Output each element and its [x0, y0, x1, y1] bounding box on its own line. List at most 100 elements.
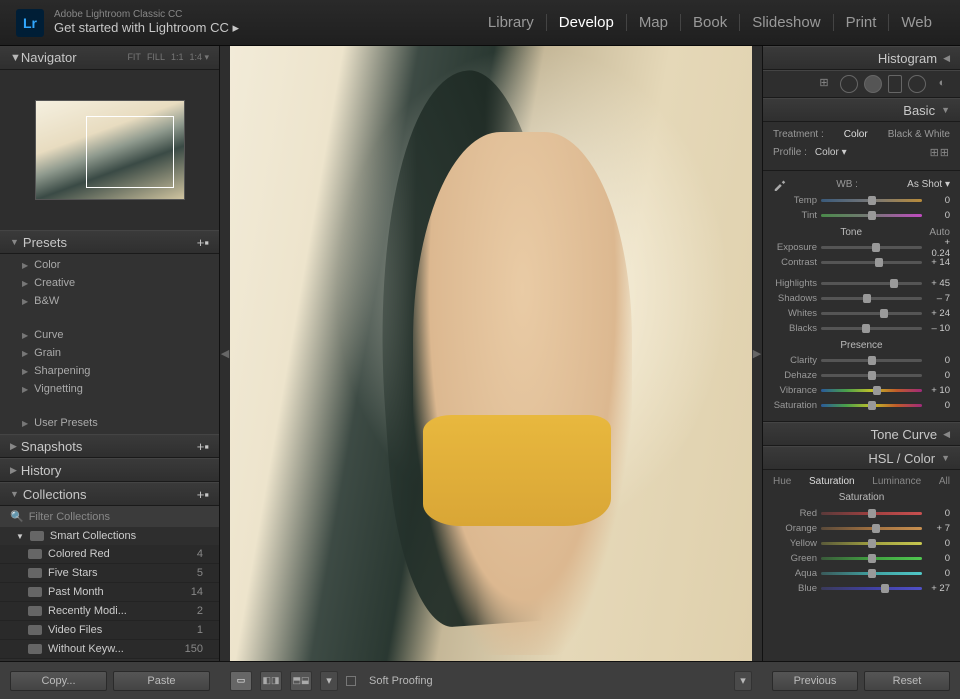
slider-thumb[interactable] [872, 243, 880, 252]
slider-thumb[interactable] [868, 371, 876, 380]
zoom-11[interactable]: 1:1 [171, 52, 184, 63]
spot-tool-icon[interactable] [840, 75, 858, 93]
brush-tool-icon[interactable]: ◐ [932, 75, 952, 93]
hsl-tab-hue[interactable]: Hue [773, 476, 791, 487]
wb-dropdown[interactable]: As Shot ▾ [907, 179, 950, 190]
preset-group[interactable]: ▶Sharpening [0, 362, 219, 380]
collection-item[interactable]: Colored Red4 [0, 545, 219, 564]
slider-saturation[interactable]: Saturation0 [773, 398, 950, 413]
add-icon[interactable]: +▪ [197, 439, 209, 454]
slider-track[interactable] [821, 389, 922, 392]
redeye-tool-icon[interactable] [864, 75, 882, 93]
slider-thumb[interactable] [890, 279, 898, 288]
slider-thumb[interactable] [868, 196, 876, 205]
collection-item[interactable]: Recently Modi...2 [0, 602, 219, 621]
slider-track[interactable] [821, 312, 922, 315]
slider-thumb[interactable] [868, 539, 876, 548]
before-after-tb-button[interactable]: ⬒⬓ [290, 671, 312, 691]
slider-track[interactable] [821, 282, 922, 285]
slider-value[interactable]: 0 [922, 370, 950, 381]
slider-exposure[interactable]: Exposure+ 0.24 [773, 240, 950, 255]
slider-green[interactable]: Green0 [773, 551, 950, 566]
slider-value[interactable]: 0 [922, 568, 950, 579]
slider-value[interactable]: 0 [922, 210, 950, 221]
profile-dropdown[interactable]: Color ▾ [815, 147, 847, 158]
preset-group[interactable]: ▶Grain [0, 344, 219, 362]
preset-group[interactable]: ▶Vignetting [0, 380, 219, 398]
slider-highlights[interactable]: Highlights+ 45 [773, 276, 950, 291]
slider-value[interactable]: 0 [922, 553, 950, 564]
preset-group[interactable]: ▶User Presets [0, 414, 219, 432]
collection-item[interactable]: Without Keyw...150 [0, 640, 219, 659]
navigator-preview[interactable] [0, 70, 219, 230]
slider-thumb[interactable] [875, 258, 883, 267]
slider-track[interactable] [821, 587, 922, 590]
history-header[interactable]: ▶ History [0, 458, 219, 482]
slider-thumb[interactable] [873, 386, 881, 395]
slider-thumb[interactable] [868, 356, 876, 365]
module-tab-slideshow[interactable]: Slideshow [740, 14, 833, 31]
smart-collections-group[interactable]: ▼ Smart Collections [0, 527, 219, 545]
slider-aqua[interactable]: Aqua0 [773, 566, 950, 581]
slider-track[interactable] [821, 359, 922, 362]
slider-thumb[interactable] [862, 324, 870, 333]
slider-whites[interactable]: Whites+ 24 [773, 306, 950, 321]
collection-item[interactable]: Video Files1 [0, 621, 219, 640]
slider-track[interactable] [821, 261, 922, 264]
slider-track[interactable] [821, 404, 922, 407]
module-tab-print[interactable]: Print [834, 14, 890, 31]
thumbnail[interactable] [35, 100, 185, 200]
slider-yellow[interactable]: Yellow0 [773, 536, 950, 551]
slider-thumb[interactable] [868, 569, 876, 578]
eyedropper-icon[interactable] [773, 177, 787, 191]
slider-blue[interactable]: Blue+ 27 [773, 581, 950, 596]
treatment-color-button[interactable]: Color [844, 129, 868, 140]
histogram-header[interactable]: Histogram ◀ [763, 46, 960, 70]
profile-browser-icon[interactable]: ⊞⊞ [930, 146, 950, 159]
slider-thumb[interactable] [868, 211, 876, 220]
slider-thumb[interactable] [868, 401, 876, 410]
module-tab-library[interactable]: Library [476, 14, 547, 31]
soft-proof-checkbox[interactable] [346, 676, 356, 686]
slider-value[interactable]: – 7 [922, 293, 950, 304]
slider-track[interactable] [821, 374, 922, 377]
slider-track[interactable] [821, 327, 922, 330]
module-tab-web[interactable]: Web [889, 14, 944, 31]
zoom-fit[interactable]: FIT [127, 52, 141, 63]
left-panel-handle[interactable]: ◀ [220, 46, 230, 661]
slider-track[interactable] [821, 246, 922, 249]
slider-track[interactable] [821, 297, 922, 300]
right-panel-handle[interactable]: ▶ [752, 46, 762, 661]
preset-group[interactable]: ▶Curve [0, 326, 219, 344]
slider-track[interactable] [821, 199, 922, 202]
slider-track[interactable] [821, 512, 922, 515]
slider-contrast[interactable]: Contrast+ 14 [773, 255, 950, 270]
navigator-header[interactable]: ▼ Navigator FITFILL1:11:4 ▾ [0, 46, 219, 70]
slider-shadows[interactable]: Shadows– 7 [773, 291, 950, 306]
slider-value[interactable]: + 45 [922, 278, 950, 289]
slider-dehaze[interactable]: Dehaze0 [773, 368, 950, 383]
paste-button[interactable]: Paste [113, 671, 210, 691]
view-dropdown[interactable]: ▾ [320, 671, 338, 691]
slider-vibrance[interactable]: Vibrance+ 10 [773, 383, 950, 398]
slider-thumb[interactable] [881, 584, 889, 593]
slider-value[interactable]: 0 [922, 538, 950, 549]
snapshots-header[interactable]: ▶ Snapshots +▪ [0, 434, 219, 458]
slider-value[interactable]: 0 [922, 508, 950, 519]
slider-temp[interactable]: Temp0 [773, 193, 950, 208]
collections-header[interactable]: ▼ Collections +▪ [0, 482, 219, 506]
slider-value[interactable]: + 14 [922, 257, 950, 268]
toolbar-options-dropdown[interactable]: ▾ [734, 671, 752, 691]
crop-tool-icon[interactable]: ⊞ [814, 75, 834, 93]
tone-curve-header[interactable]: Tone Curve ◀ [763, 422, 960, 446]
reset-button[interactable]: Reset [864, 671, 950, 691]
collection-item[interactable]: Past Month14 [0, 583, 219, 602]
filter-collections-input[interactable]: 🔍 Filter Collections [0, 506, 219, 527]
preset-group[interactable]: ▶Creative [0, 274, 219, 292]
slider-clarity[interactable]: Clarity0 [773, 353, 950, 368]
presets-header[interactable]: ▼ Presets +▪ [0, 230, 219, 254]
slider-value[interactable]: + 0.24 [922, 237, 950, 259]
module-tab-book[interactable]: Book [681, 14, 740, 31]
basic-header[interactable]: Basic ▼ [763, 98, 960, 122]
slider-value[interactable]: – 10 [922, 323, 950, 334]
